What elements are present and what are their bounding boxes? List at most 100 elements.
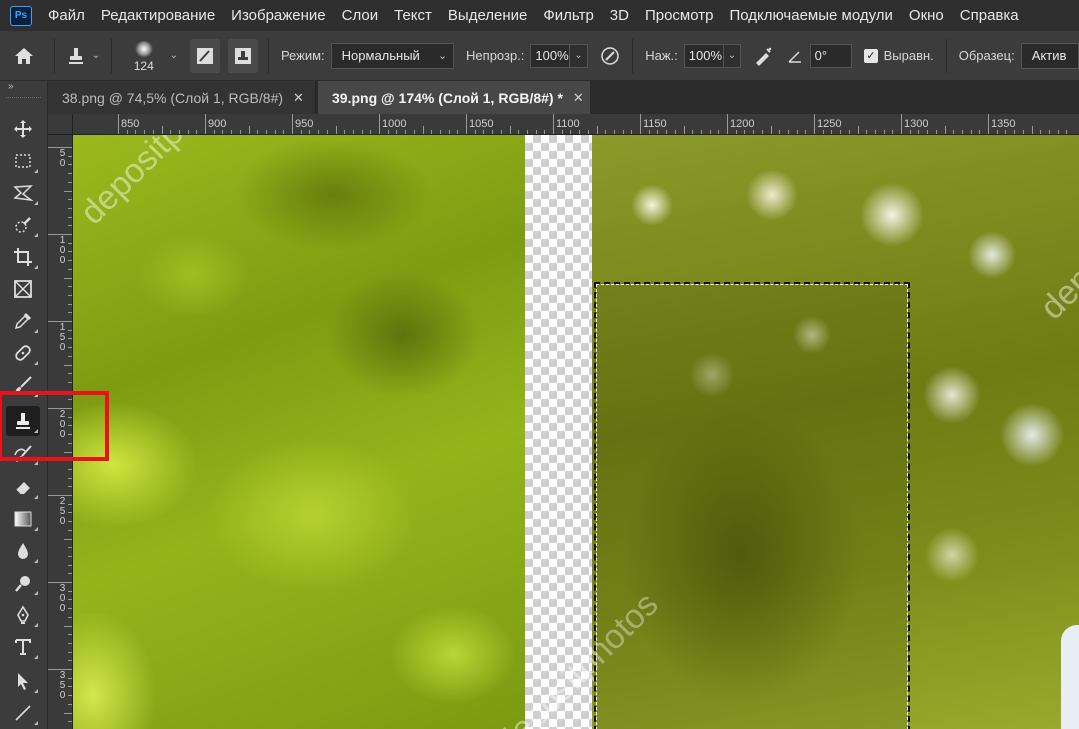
type-tool[interactable] — [6, 632, 40, 662]
opacity-dropdown[interactable]: ⌄ — [570, 43, 588, 68]
clone-source-panel-toggle[interactable] — [228, 38, 258, 73]
menu-image[interactable]: Изображение — [223, 0, 334, 31]
ruler-minor-tick — [68, 355, 72, 357]
frame-icon — [14, 280, 32, 298]
ruler-tick — [553, 114, 554, 134]
gradient-icon — [14, 511, 32, 527]
menu-select[interactable]: Выделение — [440, 0, 535, 31]
tab-label: 39.png @ 174% (Слой 1, RGB/8#) * — [332, 89, 563, 106]
menu-plugins[interactable]: Подключаемые модули — [721, 0, 900, 31]
panel-grip[interactable] — [6, 97, 41, 103]
lasso-tool[interactable] — [6, 178, 40, 208]
menu-filter[interactable]: Фильтр — [535, 0, 601, 31]
airbrush-toggle[interactable] — [747, 39, 780, 73]
ruler-minor-tick — [68, 590, 72, 592]
sample-label: Образец: — [958, 48, 1015, 63]
marquee-tool[interactable] — [6, 146, 40, 176]
separator — [632, 38, 634, 73]
tool-preset-picker[interactable]: ⌄ — [61, 39, 105, 73]
gradient-tool[interactable] — [6, 504, 40, 534]
ruler-minor-tick — [213, 130, 215, 134]
ruler-tick — [205, 114, 206, 134]
mode-select[interactable]: Нормальный ⌄ — [330, 42, 455, 69]
tool-group-corner — [34, 559, 38, 563]
move-tool[interactable] — [6, 114, 40, 144]
menu-window[interactable]: Окно — [901, 0, 952, 31]
menu-3d[interactable]: 3D — [602, 0, 637, 31]
check-icon: ✓ — [866, 50, 876, 62]
tool-group-corner — [34, 623, 38, 627]
brush-settings-panel-toggle[interactable] — [190, 38, 220, 73]
home-button[interactable] — [0, 39, 48, 73]
move-icon — [14, 120, 32, 138]
document-canvas[interactable]: depositphotos depositphotos depositphoto… — [73, 135, 1079, 729]
marquee-selection[interactable] — [594, 282, 910, 729]
ruler-minor-tick — [613, 130, 615, 134]
ruler-minor-tick — [605, 130, 607, 134]
menu-type[interactable]: Текст — [386, 0, 440, 31]
horizontal-ruler[interactable]: 850 900 950 1000 1050 1100 1150 1200 1250 1300 135… — [73, 114, 1079, 135]
chevron-down-icon[interactable]: ⌄ — [170, 50, 178, 61]
dodge-tool[interactable] — [6, 568, 40, 598]
ruler-minor-tick — [68, 268, 72, 270]
menu-help[interactable]: Справка — [952, 0, 1027, 31]
ruler-tick — [988, 114, 989, 134]
opacity-label: Непрозр.: — [466, 48, 525, 63]
close-icon[interactable]: ✕ — [573, 90, 584, 106]
ruler-origin[interactable] — [48, 114, 73, 135]
options-bar: ⌄ 124 ⌄ Режим: Нормальный ⌄ Непрозр.: 10… — [0, 31, 1079, 81]
ruler-minor-tick — [144, 130, 146, 134]
quick-select-icon — [15, 217, 31, 233]
tab-39-png[interactable]: 39.png @ 174% (Слой 1, RGB/8#) * ✕ — [318, 81, 590, 114]
blur-tool[interactable] — [6, 536, 40, 566]
flow-dropdown[interactable]: ⌄ — [723, 43, 742, 68]
close-icon[interactable]: ✕ — [293, 90, 304, 106]
line-tool[interactable] — [6, 698, 40, 728]
ruler-minor-tick — [831, 130, 833, 134]
crop-tool[interactable] — [6, 242, 40, 272]
angle-input[interactable]: 0° — [809, 43, 853, 68]
ruler-label: 50 — [59, 148, 66, 169]
airbrush-icon — [756, 47, 772, 66]
ruler-minor-tick — [265, 130, 267, 134]
white-object — [1061, 625, 1079, 729]
ruler-minor-tick — [68, 521, 72, 523]
aligned-checkbox[interactable]: ✓ — [864, 48, 878, 63]
eraser-tool[interactable] — [6, 472, 40, 502]
chevron-down-icon: ⌄ — [91, 50, 101, 61]
collapse-panel-icon[interactable]: » — [0, 81, 47, 95]
ruler-minor-tick — [805, 130, 807, 134]
ruler-minor-tick — [457, 130, 459, 134]
frame-tool[interactable] — [6, 274, 40, 304]
healing-brush-tool[interactable] — [6, 338, 40, 368]
ruler-tick — [814, 114, 815, 134]
flow-input[interactable]: 100% — [683, 43, 724, 68]
ruler-tick — [727, 114, 728, 134]
eyedropper-tool[interactable] — [6, 306, 40, 336]
ruler-minor-tick — [535, 130, 537, 134]
menu-view[interactable]: Просмотр — [637, 0, 722, 31]
menu-file[interactable]: Файл — [40, 0, 93, 31]
pressure-opacity-toggle[interactable] — [594, 39, 627, 73]
tab-38-png[interactable]: 38.png @ 74,5% (Слой 1, RGB/8#) ✕ — [48, 81, 316, 114]
tool-group-corner — [34, 361, 38, 365]
lasso-icon — [13, 185, 34, 202]
ruler-minor-tick — [683, 126, 685, 134]
tool-group-corner — [34, 461, 38, 465]
arrow-icon — [18, 673, 28, 690]
tool-group-corner — [34, 689, 38, 693]
ruler-minor-tick — [326, 130, 328, 134]
pen-tool[interactable] — [6, 600, 40, 630]
opacity-input[interactable]: 100% — [530, 43, 571, 68]
path-selection-tool[interactable] — [6, 666, 40, 696]
menu-edit[interactable]: Редактирование — [93, 0, 223, 31]
ps-logo[interactable]: Ps — [10, 5, 32, 26]
brush-preset-picker[interactable]: 124 — [118, 39, 170, 73]
menu-layers[interactable]: Слои — [334, 0, 386, 31]
tool-group-corner — [34, 265, 38, 269]
sample-select[interactable]: Актив — [1020, 42, 1079, 69]
tab-label: 38.png @ 74,5% (Слой 1, RGB/8#) — [62, 89, 284, 106]
ruler-minor-tick — [352, 130, 354, 134]
ruler-minor-tick — [657, 130, 659, 134]
quick-selection-tool[interactable] — [6, 210, 40, 240]
